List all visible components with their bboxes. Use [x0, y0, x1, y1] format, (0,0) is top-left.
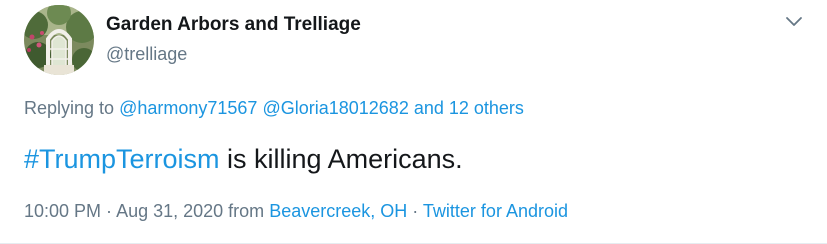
reply-user-link[interactable]: @Gloria18012682 — [262, 98, 408, 118]
reply-others-link[interactable]: and 12 others — [414, 98, 524, 118]
tweet-text: #TrumpTerroism is killing Americans. — [24, 141, 463, 177]
tweet-menu-button[interactable] — [780, 12, 808, 32]
tweet-meta: 10:00 PM · Aug 31, 2020 from Beavercreek… — [24, 198, 568, 224]
garden-arbor-avatar — [24, 5, 94, 75]
author-display-name[interactable]: Garden Arbors and Trelliage — [106, 13, 361, 37]
avatar[interactable] — [24, 5, 94, 75]
author-handle[interactable]: @trelliage — [106, 42, 361, 66]
tweet-body: is killing Americans. — [219, 144, 463, 174]
meta-separator: · — [407, 201, 423, 221]
client-link[interactable]: Twitter for Android — [423, 201, 568, 221]
reply-user-link[interactable]: @harmony71567 — [119, 98, 257, 118]
meta-separator: · — [101, 201, 117, 221]
chevron-down-icon — [786, 17, 802, 26]
location-link[interactable]: Beavercreek, OH — [269, 201, 407, 221]
hashtag-link[interactable]: #TrumpTerroism — [24, 144, 220, 174]
replying-to-label: Replying to — [24, 98, 115, 118]
meta-from: from — [223, 201, 270, 221]
replying-to: Replying to @harmony71567 @Gloria1801268… — [24, 95, 524, 121]
tweet-date[interactable]: Aug 31, 2020 — [116, 201, 223, 221]
author-block[interactable]: Garden Arbors and Trelliage @trelliage — [106, 13, 361, 66]
tweet-time[interactable]: 10:00 PM — [24, 201, 101, 221]
